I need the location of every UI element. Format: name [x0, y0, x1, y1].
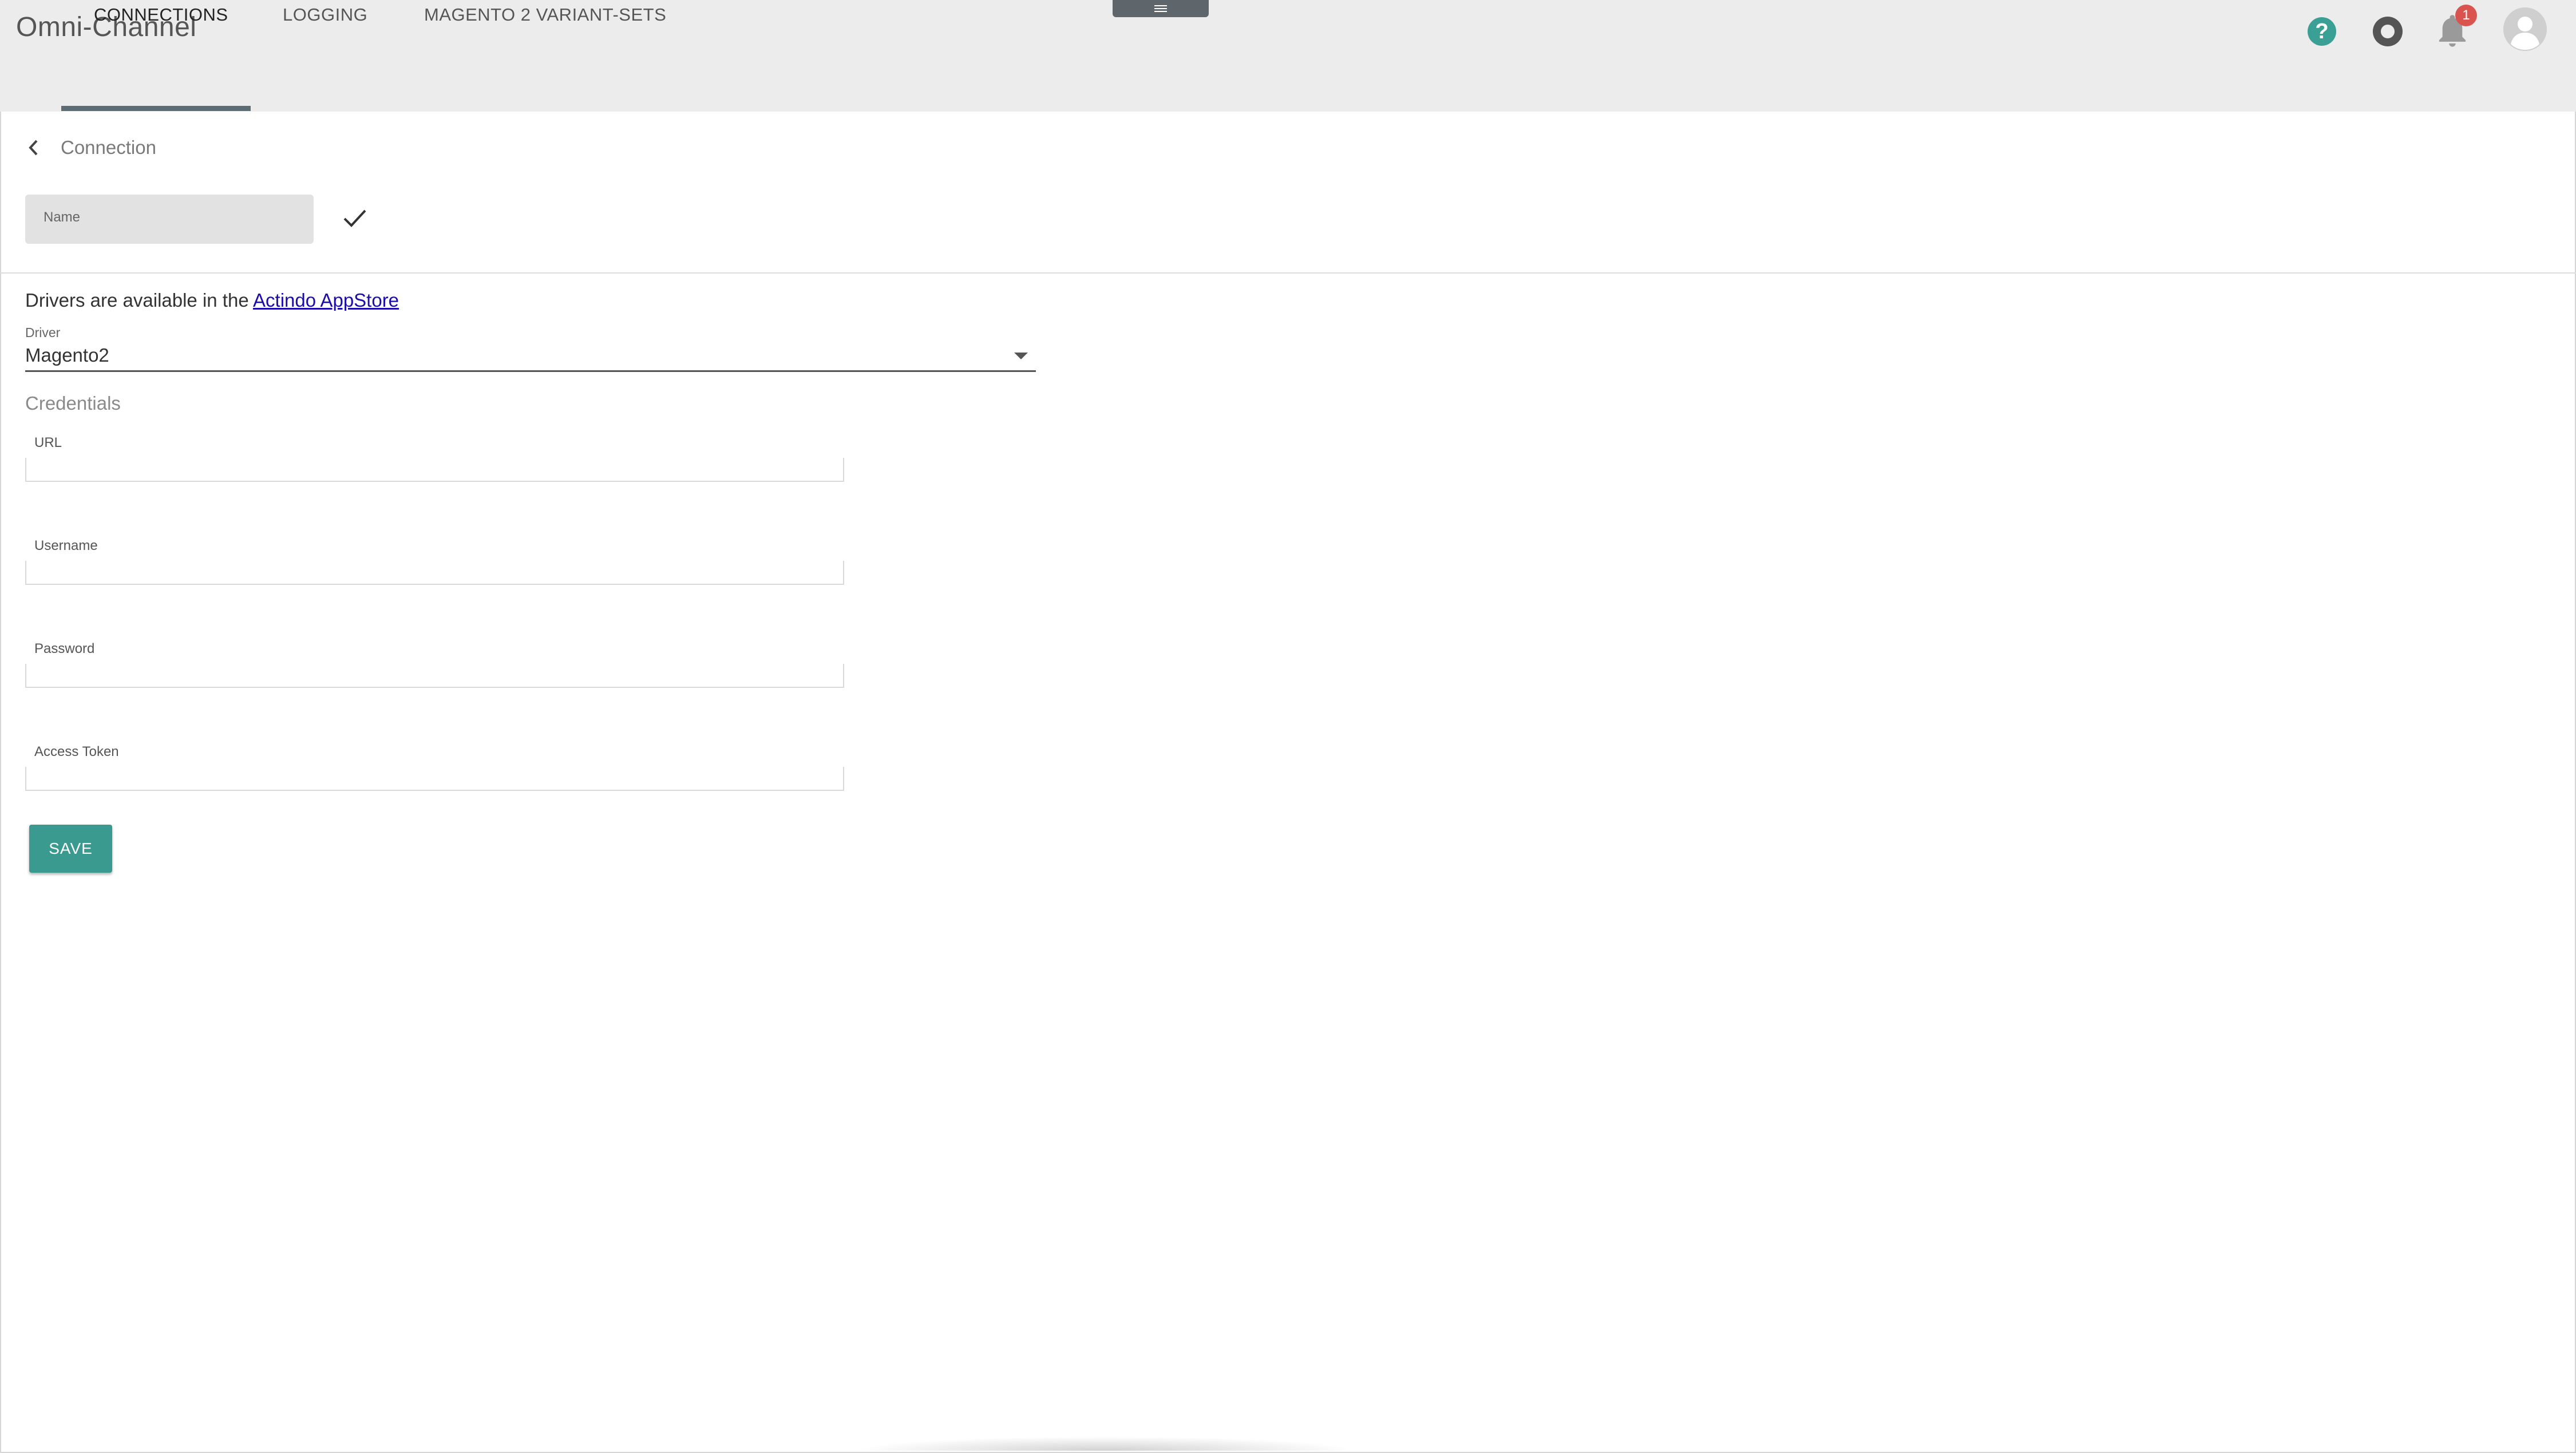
bottom-drawer-shadow [853, 1436, 1356, 1451]
tab-magento-variant-sets[interactable]: MAGENTO 2 VARIANT-SETS [424, 0, 666, 25]
back-icon[interactable] [25, 136, 42, 159]
notification-badge: 1 [2455, 5, 2477, 26]
avatar-icon[interactable] [2503, 7, 2547, 51]
section-divider [0, 272, 2576, 274]
access-token-field: Access Token [25, 744, 844, 801]
tab-logging[interactable]: LOGGING [283, 0, 367, 25]
appstore-link[interactable]: Actindo AppStore [253, 290, 399, 311]
name-input[interactable]: Name [25, 195, 314, 244]
status-icon[interactable] [2373, 17, 2403, 46]
check-icon[interactable] [341, 207, 369, 230]
password-field: Password [25, 641, 844, 698]
drivers-note: Drivers are available in the Actindo App… [25, 290, 399, 311]
app-window [0, 0, 2576, 1453]
top-bar: Omni-Channel CONNECTIONS LOGGING MAGENTO… [0, 0, 2576, 112]
menu-handle-icon [1154, 5, 1167, 13]
credentials-title: Credentials [25, 393, 121, 414]
save-button[interactable]: SAVE [29, 825, 112, 873]
url-label: URL [34, 435, 62, 450]
chevron-down-icon [1014, 353, 1028, 359]
breadcrumb: Connection [25, 136, 156, 159]
url-input[interactable] [25, 458, 844, 482]
breadcrumb-label: Connection [61, 137, 156, 158]
drivers-note-text: Drivers are available in the [25, 290, 254, 311]
access-token-input[interactable] [25, 767, 844, 791]
username-input[interactable] [25, 561, 844, 585]
tab-connections[interactable]: CONNECTIONS [94, 0, 228, 25]
help-icon[interactable]: ? [2308, 17, 2336, 46]
active-tab-indicator [61, 106, 251, 111]
password-input[interactable] [25, 664, 844, 688]
driver-value: Magento2 [25, 345, 109, 366]
driver-label: Driver [25, 325, 61, 340]
password-label: Password [34, 641, 95, 656]
username-label: Username [34, 538, 98, 553]
menu-handle[interactable] [1113, 0, 1209, 17]
url-field: URL [25, 435, 844, 492]
driver-select[interactable]: Magento2 [25, 343, 1036, 372]
access-token-label: Access Token [34, 744, 119, 759]
username-field: Username [25, 538, 844, 595]
